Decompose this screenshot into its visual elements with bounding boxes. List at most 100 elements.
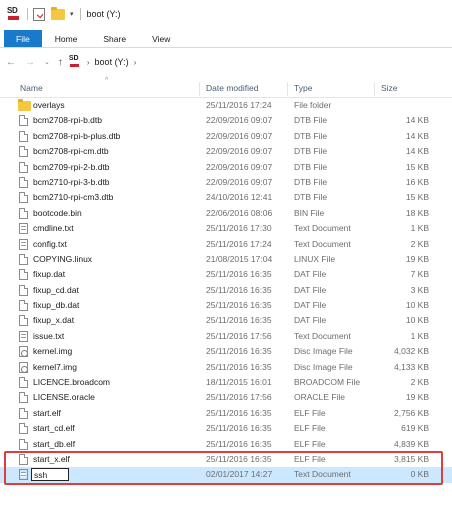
- file-name: overlays: [33, 100, 65, 110]
- file-row[interactable]: bcm2708-rpi-b-plus.dtb 22/09/2016 09:07 DT…: [0, 129, 452, 144]
- file-row[interactable]: start_db.elf 25/11/2016 16:35 ELF File 4,83…: [0, 437, 452, 452]
- file-row[interactable]: bootcode.bin 22/06/2016 08:06 BIN File 18 K…: [0, 206, 452, 221]
- properties-icon[interactable]: [33, 7, 45, 21]
- file-row[interactable]: ssh 02/01/2017 14:27 Text Document 0 KB: [0, 467, 452, 483]
- new-folder-icon[interactable]: [51, 6, 65, 20]
- title-bar: SD ▾ boot (Y:): [0, 0, 452, 28]
- file-size: 3,815 KB: [394, 453, 429, 464]
- sd-card-drive-icon[interactable]: SD: [6, 6, 22, 22]
- forward-arrow-icon[interactable]: →: [25, 57, 35, 68]
- file-date-modified: 24/10/2016 12:41: [206, 192, 273, 203]
- breadcrumb-drive[interactable]: boot (Y:): [95, 57, 129, 67]
- file-type: DAT File: [294, 300, 327, 311]
- tab-home[interactable]: Home: [42, 30, 91, 47]
- file-name: COPYING.linux: [33, 253, 93, 264]
- file-name: LICENCE.broadcom: [33, 377, 111, 388]
- file-row[interactable]: fixup_cd.dat 25/11/2016 16:35 DAT File 3 KB: [0, 283, 452, 298]
- file-size: 4,839 KB: [394, 438, 429, 449]
- text-document-icon: [19, 330, 28, 342]
- column-divider[interactable]: [199, 82, 200, 96]
- file-size: 15 KB: [405, 161, 429, 172]
- file-row[interactable]: bcm2709-rpi-2-b.dtb 22/09/2016 09:07 DTB F…: [0, 160, 452, 175]
- column-header-size[interactable]: Size: [381, 83, 398, 93]
- file-date-modified: 25/11/2016 17:24: [206, 100, 272, 110]
- column-divider[interactable]: [374, 82, 375, 96]
- file-size: 1 KB: [410, 330, 429, 341]
- file-name: bcm2708-rpi-b-plus.dtb: [33, 130, 121, 141]
- file-type: Text Document: [294, 223, 351, 234]
- file-type: DTB File: [294, 146, 328, 157]
- text-document-icon: [19, 223, 28, 235]
- tab-file[interactable]: File: [4, 30, 42, 47]
- file-date-modified: 22/09/2016 09:07: [206, 146, 273, 157]
- file-date-modified: 25/11/2016 17:56: [206, 392, 272, 403]
- breadcrumb-chevron-icon[interactable]: ›: [87, 58, 90, 67]
- file-type: Text Document: [294, 330, 351, 341]
- file-name: bcm2708-rpi-cm.dtb: [33, 146, 109, 157]
- file-size: 3 KB: [410, 284, 429, 295]
- disc-image-icon: [19, 346, 28, 358]
- file-name: start_cd.elf: [33, 423, 75, 434]
- file-row[interactable]: start_cd.elf 25/11/2016 16:35 ELF File 619 …: [0, 421, 452, 436]
- file-icon: [19, 207, 28, 219]
- file-row[interactable]: start.elf 25/11/2016 16:35 ELF File 2,756 K…: [0, 406, 452, 421]
- tab-share[interactable]: Share: [90, 30, 139, 47]
- file-size: 14 KB: [405, 146, 429, 157]
- file-type: Disc Image File: [294, 346, 353, 357]
- customize-quick-access-chevron-icon[interactable]: ▾: [70, 10, 74, 18]
- up-arrow-icon[interactable]: ↑: [58, 57, 63, 68]
- file-type: DTB File: [294, 130, 328, 141]
- file-row[interactable]: LICENCE.broadcom 18/11/2015 16:01 BROADCOM…: [0, 375, 452, 390]
- file-row[interactable]: issue.txt 25/11/2016 17:56 Text Document 1 …: [0, 329, 452, 344]
- window-title: boot (Y:): [86, 9, 121, 19]
- file-row[interactable]: cmdline.txt 25/11/2016 17:30 Text Document…: [0, 221, 452, 236]
- file-date-modified: 18/11/2015 16:01: [206, 377, 272, 388]
- file-name: bootcode.bin: [33, 207, 82, 218]
- file-icon: [19, 377, 28, 389]
- file-row[interactable]: kernel.img 25/11/2016 16:35 Disc Image Fil…: [0, 344, 452, 359]
- file-size: 19 KB: [405, 253, 429, 264]
- address-bar: ← → ⌄ ↑ SD › boot (Y:) ›: [0, 52, 452, 72]
- file-row[interactable]: bcm2708-rpi-cm.dtb 22/09/2016 09:07 DTB Fi…: [0, 144, 452, 159]
- breadcrumb-trailing-chevron-icon[interactable]: ›: [134, 58, 137, 67]
- column-header-name[interactable]: Name: [20, 83, 43, 93]
- file-name: cmdline.txt: [33, 223, 74, 234]
- file-date-modified: 25/11/2016 16:35: [206, 300, 272, 311]
- file-name: bcm2709-rpi-2-b.dtb: [33, 161, 110, 172]
- file-name: bcm2710-rpi-cm3.dtb: [33, 192, 114, 203]
- file-type: ELF File: [294, 423, 326, 434]
- back-arrow-icon[interactable]: ←: [6, 57, 16, 68]
- file-row[interactable]: fixup_x.dat 25/11/2016 16:35 DAT File 10 KB: [0, 313, 452, 328]
- file-icon: [19, 253, 28, 265]
- file-type: ORACLE File: [294, 392, 346, 403]
- file-row[interactable]: start_x.elf 25/11/2016 16:35 ELF File 3,815…: [0, 452, 452, 467]
- column-divider[interactable]: [287, 82, 288, 96]
- file-date-modified: 25/11/2016 16:35: [206, 284, 272, 295]
- file-date-modified: 21/08/2015 17:04: [206, 253, 273, 264]
- tab-view[interactable]: View: [139, 30, 183, 47]
- file-row[interactable]: COPYING.linux 21/08/2015 17:04 LINUX File 1…: [0, 252, 452, 267]
- file-type: DAT File: [294, 269, 327, 280]
- column-headers: ^ Name Date modified Type Size: [0, 77, 452, 98]
- recent-locations-chevron-icon[interactable]: ⌄: [44, 58, 50, 66]
- file-type: DAT File: [294, 284, 327, 295]
- file-size: 14 KB: [405, 130, 429, 141]
- file-date-modified: 25/11/2016 16:35: [206, 361, 272, 372]
- file-type: Text Document: [294, 469, 351, 480]
- file-row[interactable]: config.txt 25/11/2016 17:24 Text Document 2…: [0, 237, 452, 252]
- file-row[interactable]: fixup.dat 25/11/2016 16:35 DAT File 7 KB: [0, 267, 452, 282]
- column-header-date[interactable]: Date modified: [206, 83, 258, 93]
- quick-access-separator: [27, 8, 28, 20]
- file-icon: [19, 300, 28, 312]
- rename-input[interactable]: ssh: [31, 468, 69, 482]
- file-row[interactable]: fixup_db.dat 25/11/2016 16:35 DAT File 10 K…: [0, 298, 452, 313]
- file-row[interactable]: kernel7.img 25/11/2016 16:35 Disc Image Fi…: [0, 360, 452, 375]
- file-row[interactable]: LICENSE.oracle 25/11/2016 17:56 ORACLE Fil…: [0, 390, 452, 405]
- file-row[interactable]: bcm2708-rpi-b.dtb 22/09/2016 09:07 DTB Fil…: [0, 113, 452, 128]
- file-type: ELF File: [294, 453, 326, 464]
- file-row[interactable]: bcm2710-rpi-3-b.dtb 22/09/2016 09:07 DTB F…: [0, 175, 452, 190]
- file-size: 7 KB: [410, 269, 429, 280]
- file-row[interactable]: overlays 25/11/2016 17:24 File folder: [0, 98, 452, 113]
- file-row[interactable]: bcm2710-rpi-cm3.dtb 24/10/2016 12:41 DTB F…: [0, 190, 452, 205]
- column-header-type[interactable]: Type: [294, 83, 312, 93]
